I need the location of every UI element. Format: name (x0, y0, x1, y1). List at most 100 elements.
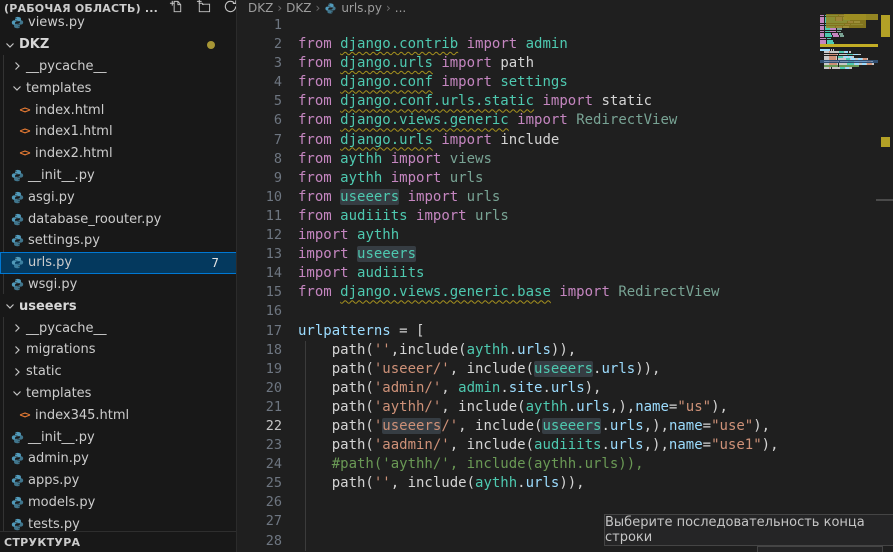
code-line[interactable]: 15from django.views.generic.base import … (238, 283, 893, 302)
tree-item-asgi-py[interactable]: asgi.py (0, 186, 237, 208)
tree-item-label: urls.py (28, 255, 72, 270)
code-line[interactable]: 20 path('admin/', admin.site.urls), (238, 379, 893, 398)
code-line-content: from audiiits import urls (282, 207, 509, 226)
code-line[interactable]: 23 path('aadmin/', include(audiiits.urls… (238, 436, 893, 455)
breadcrumb-item[interactable]: urls.py (324, 1, 382, 15)
code-line[interactable]: 24 #path('aythh/', include(aythh.urls)), (238, 455, 893, 474)
tree-item-label: index2.html (35, 146, 113, 161)
overview-ruler (878, 0, 893, 552)
python-file-icon (11, 452, 24, 465)
minimap-overlay (844, 14, 878, 20)
line-number: 3 (238, 54, 282, 73)
tree-item-static[interactable]: static (0, 361, 237, 383)
tree-item-urls-py[interactable]: urls.py 7 (0, 252, 237, 274)
tree-item-dkz[interactable]: DKZ (0, 34, 237, 56)
code-line-content: from aythh import views (282, 150, 492, 169)
tree-item--init-py[interactable]: __init__.py (0, 426, 237, 448)
explorer-sidebar: (РАБОЧАЯ ОБЛАСТЬ) ... views.pyDKZ__pycac… (0, 0, 237, 552)
tree-item--init-py[interactable]: __init__.py (0, 165, 237, 187)
tree-item-index1-html[interactable]: <>index1.html (0, 121, 237, 143)
tree-item-label: DKZ (19, 37, 49, 52)
code-line[interactable]: 26 (238, 493, 893, 512)
code-line[interactable]: 3from django.urls import path (238, 54, 893, 73)
code-line[interactable]: 7from django.urls import include (238, 131, 893, 150)
tree-item-models-py[interactable]: models.py (0, 492, 237, 514)
chevron-right-icon (11, 323, 22, 333)
tree-item-useeers[interactable]: useeers (0, 295, 237, 317)
code-line[interactable]: 14import audiiits (238, 264, 893, 283)
tree-item-apps-py[interactable]: apps.py (0, 470, 237, 492)
file-tree: views.pyDKZ__pycache__templates<>index.h… (0, 0, 237, 535)
indent-guide (305, 493, 306, 512)
tree-item--pycache-[interactable]: __pycache__ (0, 56, 237, 78)
tree-item-wsgi-py[interactable]: wsgi.py (0, 274, 237, 296)
breadcrumb-item-label: DKZ (286, 1, 311, 15)
code-line-content: import useeers (282, 245, 416, 264)
code-line-content: from useeers import urls (282, 188, 500, 207)
tree-item-index-html[interactable]: <>index.html (0, 99, 237, 121)
code-line[interactable]: 6from django.views.generic import Redire… (238, 111, 893, 130)
tree-item-index345-html[interactable]: <>index345.html (0, 404, 237, 426)
code-editor[interactable]: 12from django.contrib import admin3from … (238, 16, 893, 552)
python-file-icon (11, 518, 24, 531)
python-file-icon (11, 191, 24, 204)
tree-item-settings-py[interactable]: settings.py (0, 230, 237, 252)
code-line[interactable]: 11from audiiits import urls (238, 207, 893, 226)
code-line[interactable]: 19 path('useeer/', include(useeers.urls)… (238, 360, 893, 379)
code-line[interactable]: 1 (238, 16, 893, 35)
modified-dot (207, 41, 215, 49)
breadcrumb-item[interactable]: DKZ (248, 1, 273, 15)
chevron-right-icon: › (316, 1, 321, 15)
tree-item-database-roouter-py[interactable]: database_roouter.py (0, 208, 237, 230)
line-number: 22 (238, 417, 282, 436)
python-file-icon (325, 2, 337, 14)
tree-item-migrations[interactable]: migrations (0, 339, 237, 361)
new-folder-button[interactable] (195, 0, 213, 16)
code-line-content: import aythh (282, 226, 399, 245)
indent-guide (305, 436, 306, 455)
line-number: 25 (238, 474, 282, 493)
code-line[interactable]: 12import aythh (238, 226, 893, 245)
code-line[interactable]: 16 (238, 302, 893, 321)
minimap[interactable] (820, 12, 878, 242)
breadcrumb-item[interactable]: ... (395, 1, 406, 15)
tree-item-templates[interactable]: templates (0, 77, 237, 99)
breadcrumb: DKZ›DKZ›urls.py›... (238, 0, 893, 16)
tree-item-label: views.py (28, 15, 85, 30)
code-line[interactable]: 8from aythh import views (238, 150, 893, 169)
line-number: 2 (238, 35, 282, 54)
indent-guide (305, 417, 306, 436)
refresh-button[interactable] (222, 0, 237, 16)
breadcrumb-item-label: DKZ (248, 1, 273, 15)
chevron-right-icon (11, 61, 22, 71)
code-line[interactable]: 22 path('useeers/', include(useeers.urls… (238, 417, 893, 436)
tree-item-index2-html[interactable]: <> index2.html (0, 143, 237, 165)
outline-section-header[interactable]: СТРУКТУРА (0, 531, 237, 552)
new-file-button[interactable] (168, 0, 186, 16)
line-number: 26 (238, 493, 282, 512)
code-line[interactable]: 25 path('', include(aythh.urls)), (238, 474, 893, 493)
code-line[interactable]: 10from useeers import urls (238, 188, 893, 207)
html-file-icon: <> (18, 147, 31, 160)
code-line-content: path('',include(aythh.urls)), (282, 341, 576, 360)
editor-pane: DKZ›DKZ›urls.py›... 12from django.contri… (238, 0, 893, 552)
problems-badge: 7 (211, 256, 219, 270)
code-line[interactable]: 18 path('',include(aythh.urls)), (238, 341, 893, 360)
code-line[interactable]: 5from django.conf.urls.static import sta… (238, 92, 893, 111)
tree-item--pycache-[interactable]: __pycache__ (0, 317, 237, 339)
code-line-content: from django.views.generic.base import Re… (282, 283, 719, 302)
python-file-icon (11, 474, 24, 487)
code-line[interactable]: 21 path('aythh/', include(aythh.urls,),n… (238, 398, 893, 417)
code-line-content: from django.urls import include (282, 131, 559, 150)
chevron-down-icon (4, 301, 15, 311)
code-line[interactable]: 9from aythh import urls (238, 169, 893, 188)
code-line[interactable]: 4from django.conf import settings (238, 73, 893, 92)
html-file-icon: <> (18, 125, 31, 138)
code-line[interactable]: 2from django.contrib import admin (238, 35, 893, 54)
code-line[interactable]: 17urlpatterns = [ (238, 322, 893, 341)
code-line[interactable]: 13import useeers (238, 245, 893, 264)
tree-item-label: settings.py (28, 233, 100, 248)
tree-item-admin-py[interactable]: admin.py (0, 448, 237, 470)
breadcrumb-item[interactable]: DKZ (286, 1, 311, 15)
tree-item-templates[interactable]: templates (0, 383, 237, 405)
